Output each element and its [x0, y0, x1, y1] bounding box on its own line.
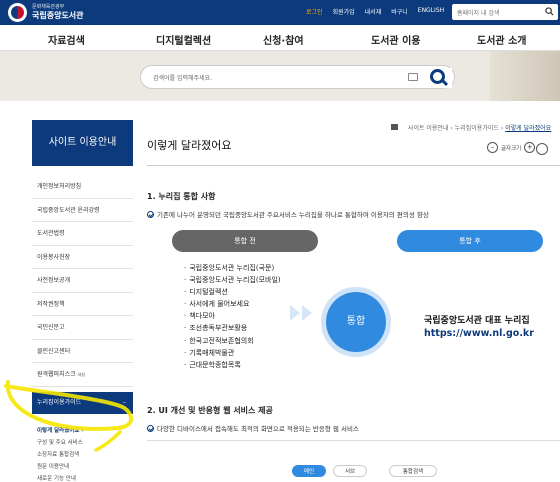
sidebar-title: 사이트 이용안내: [32, 120, 133, 166]
sidebar-item-remote-desk[interactable]: 원격웹퍼지스크 새창: [32, 363, 133, 387]
representative-site-title: 국립중앙도서관 대표 누리집: [424, 316, 530, 326]
print-icon[interactable]: [536, 143, 548, 155]
before-merge-label: 통합 전: [172, 230, 318, 252]
home-icon[interactable]: [391, 124, 398, 130]
tab-unified-search[interactable]: 통합검색: [389, 465, 437, 477]
sidebar-item-copyright[interactable]: 저작권정책: [32, 293, 133, 316]
breadcrumb-item[interactable]: 누리집이용가이드: [455, 125, 499, 132]
submenu-item-unified-search[interactable]: 소장자료 통합검색: [32, 449, 133, 461]
font-decrease-button[interactable]: –: [487, 142, 498, 153]
new-window-badge: 새창: [77, 372, 86, 377]
page-tools: [536, 140, 551, 159]
current-marker: ‹: [81, 428, 84, 434]
login-link[interactable]: 로그인: [306, 7, 323, 16]
after-merge-label: 통합 후: [397, 230, 543, 252]
submenu-item-changes[interactable]: 이렇게 달라졌어요 ‹: [32, 425, 133, 437]
site-logo[interactable]: 문화체육관광부 국립중앙도서관: [8, 3, 84, 22]
breadcrumb-current[interactable]: 이렇게 달라졌어요: [505, 125, 551, 132]
nav-digital-collection[interactable]: 디지털컬렉션: [156, 32, 211, 47]
basket-link[interactable]: 바구니: [391, 7, 408, 16]
submenu-item-fulltext[interactable]: 원문 이용안내: [32, 461, 133, 473]
section2-title: 2. UI 개선 및 반응형 웹 서비스 제공: [147, 406, 273, 415]
section1-desc: 기존에 나누어 운영되던 국립중앙도서관 주요서비스 누리집을 하나로 통합하여…: [147, 209, 429, 219]
list-item: 국립중앙도서관 누리집(모바일): [184, 274, 280, 286]
nav-about[interactable]: 도서관 소개: [477, 32, 526, 47]
list-item: 기록매체박물관: [184, 347, 281, 359]
sidebar-item-site-guide[interactable]: 누리집이용가이드 –: [32, 392, 133, 414]
sidebar-item-privacy[interactable]: 개인정보처리방침: [32, 175, 133, 199]
submenu-item-services[interactable]: 구성 및 주요 서비스: [32, 437, 133, 449]
signup-link[interactable]: 회원가입: [333, 7, 355, 16]
font-increase-button[interactable]: +: [524, 142, 536, 153]
main-search-placeholder: 검색어를 입력해주세요.: [153, 75, 213, 82]
check-icon: [147, 211, 154, 218]
section2-desc: 다양한 디바이스에서 접속해도 최적의 화면으로 적용되는 반응형 웹 서비스: [147, 423, 359, 433]
list-item: 책다모아: [184, 310, 281, 322]
sidebar-item-ethics[interactable]: 국립중앙도서관 윤리강령: [32, 199, 133, 222]
list-item: 조선총독부관보활용: [184, 322, 281, 334]
keyboard-icon[interactable]: [408, 73, 418, 81]
nav-search[interactable]: 자료검색: [48, 32, 85, 47]
library-name: 국립중앙도서관: [32, 11, 84, 20]
sidebar-item-petition[interactable]: 국민신문고: [32, 316, 133, 340]
font-size-control: – 글자크기 +: [484, 142, 538, 153]
my-library-link[interactable]: 내서재: [365, 7, 382, 16]
merge-circle: 통합: [326, 292, 386, 352]
old-sites-list: 국립중앙도서관 누리집(국문) 국립중앙도서관 누리집(모바일) 디지털컬렉션 …: [184, 262, 281, 371]
main-navigation: 자료검색 디지털컬렉션 신청·참여 도서관 이용 도서관 소개: [0, 25, 560, 51]
section1-title: 1. 누리집 통합 사항: [147, 192, 216, 201]
list-item: 근대문학종합목록: [184, 359, 281, 371]
submenu-item-new-features[interactable]: 새로운 기능 안내: [32, 473, 133, 482]
tab-main[interactable]: 메인: [292, 465, 326, 477]
sidebar-menu: 개인정보처리방침 국립중앙도서관 윤리강령 도서관법령 이용봉사헌장 사전정보공…: [32, 175, 133, 387]
list-item: 한국고전적보존협의회: [184, 335, 281, 347]
search-icon[interactable]: [424, 68, 452, 88]
check-icon: [147, 425, 154, 432]
sidebar-item-clean-report[interactable]: 클린신고센터: [32, 340, 133, 363]
search-icon[interactable]: [545, 7, 554, 16]
representative-site-url[interactable]: https://www.nl.go.kr: [424, 328, 534, 339]
nav-library-use[interactable]: 도서관 이용: [371, 32, 420, 47]
sidebar-item-disclosure[interactable]: 사전정보공개: [32, 269, 133, 293]
site-search-placeholder: 홈페이지 내 검색: [457, 10, 500, 17]
main-search-input[interactable]: 검색어를 입력해주세요.: [140, 65, 455, 89]
english-link[interactable]: ENGLISH: [418, 7, 444, 16]
sidebar-item-law[interactable]: 도서관법령: [32, 222, 133, 246]
site-search-input[interactable]: 홈페이지 내 검색: [452, 4, 558, 20]
emblem-icon: [8, 3, 27, 22]
sidebar-item-charter[interactable]: 이용봉사헌장: [32, 246, 133, 269]
nav-apply[interactable]: 신청·참여: [263, 32, 304, 47]
tab-sub[interactable]: 서브: [333, 465, 367, 477]
title-divider: [147, 165, 560, 166]
sidebar-submenu: 이렇게 달라졌어요 ‹ 구성 및 주요 서비스 소장자료 통합검색 원문 이용안…: [32, 425, 133, 482]
ministry-name: 문화체육관광부: [32, 4, 65, 10]
page-title: 이렇게 달라졌어요: [147, 139, 232, 152]
list-item: 사서에게 물어보세요: [184, 298, 281, 310]
list-item: 국립중앙도서관 누리집(국문): [184, 262, 281, 274]
breadcrumb: 사이트 이용안내 › 누리집이용가이드 › 이렇게 달라졌어요: [391, 123, 551, 132]
collapse-icon[interactable]: –: [123, 392, 126, 414]
utility-links: 로그인 회원가입 내서재 바구니 ENGLISH: [306, 7, 454, 16]
breadcrumb-item[interactable]: 사이트 이용안내: [408, 125, 449, 132]
font-size-label: 글자크기: [501, 145, 522, 152]
list-item: 디지털컬렉션: [184, 286, 281, 298]
